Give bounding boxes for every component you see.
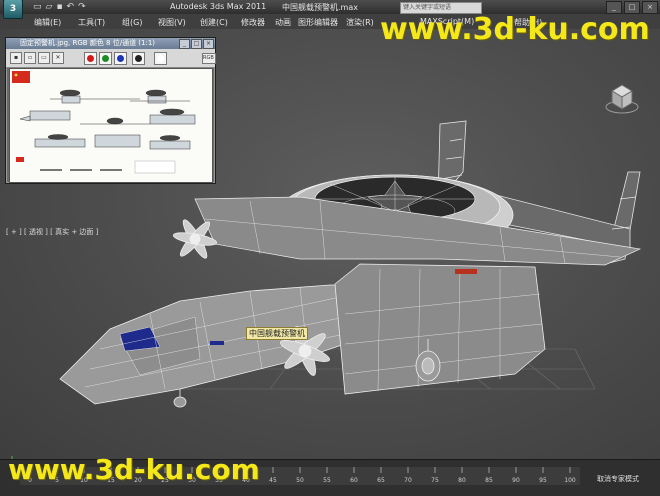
menu-views[interactable]: 视图(V)	[158, 17, 186, 28]
timeline-tick-label: 95	[539, 477, 547, 484]
timeline-tick-label: 100	[564, 477, 576, 484]
viewport-label[interactable]: [ + ] [ 透视 ] [ 真实 + 边面 ]	[6, 227, 98, 237]
mono-channel-button[interactable]	[132, 52, 145, 65]
save-image-icon[interactable]: ▪	[10, 52, 22, 64]
menu-create[interactable]: 创建(C)	[200, 17, 228, 28]
red-channel-button[interactable]	[84, 52, 97, 65]
timeline-tick-label: 60	[350, 477, 358, 484]
object-name-tag: 中国舰载预警机	[246, 327, 308, 340]
new-file-icon[interactable]: ▭	[33, 2, 42, 12]
ref-close-icon[interactable]: ×	[203, 39, 214, 49]
blue-channel-button[interactable]	[114, 52, 127, 65]
watermark-bottom: www.3d-ku.com	[8, 453, 260, 486]
menu-animation[interactable]: 动画	[275, 17, 291, 28]
alpha-toggle-button[interactable]	[154, 52, 167, 65]
open-file-icon[interactable]: ▱	[46, 2, 53, 12]
menu-graph-editors[interactable]: 图形编辑器	[298, 17, 338, 28]
timeline-tick-label: 85	[485, 477, 493, 484]
timeline-tick-label: 75	[431, 477, 439, 484]
timeline-tick-label: 55	[323, 477, 331, 484]
reference-image	[9, 68, 213, 183]
menu-group[interactable]: 组(G)	[122, 17, 142, 28]
timeline-tick-label: 50	[296, 477, 304, 484]
channel-select[interactable]: RGB Alpha	[202, 53, 216, 64]
viewcube-icon[interactable]	[604, 81, 640, 115]
menu-rendering[interactable]: 渲染(R)	[346, 17, 374, 28]
timeline-tick-label: 65	[377, 477, 385, 484]
ref-minimize-icon[interactable]: _	[179, 39, 190, 49]
timeline-tick-label: 45	[269, 477, 277, 484]
quick-access-toolbar: ▭ ▱ ▪ ↶ ↷	[33, 2, 86, 12]
side-panel	[334, 263, 546, 395]
timeline-tick-label: 70	[404, 477, 412, 484]
app-title: Autodesk 3ds Max 2011	[170, 2, 267, 11]
reference-window-controls: _ □ ×	[179, 39, 214, 49]
green-channel-button[interactable]	[99, 52, 112, 65]
redo-icon[interactable]: ↷	[78, 2, 86, 12]
reference-image-window[interactable]: 固定预警机.jpg, RGB 颜色 8 位/通道 (1:1) _ □ × ▪ ▫…	[5, 37, 216, 184]
app-logo-button[interactable]: 3	[3, 0, 23, 19]
save-file-icon[interactable]: ▪	[56, 2, 62, 12]
expert-mode-text[interactable]: 取消专家模式	[597, 474, 639, 484]
airplane-blueprint-illustration	[10, 69, 212, 182]
clear-image-icon[interactable]: ✕	[52, 52, 64, 64]
clone-window-icon[interactable]: ▭	[38, 52, 50, 64]
file-name: 中国舰载预警机.max	[282, 3, 358, 12]
reference-toolbar: ▪ ▫ ▭ ✕ RGB Alpha	[6, 49, 216, 68]
watermark-top: www.3d-ku.com	[380, 12, 650, 47]
timeline-tick-label: 80	[458, 477, 466, 484]
undo-icon[interactable]: ↶	[67, 2, 75, 12]
copy-image-icon[interactable]: ▫	[24, 52, 36, 64]
ref-maximize-icon[interactable]: □	[191, 39, 202, 49]
timeline-tick-label: 90	[512, 477, 520, 484]
menu-edit[interactable]: 编辑(E)	[34, 17, 61, 28]
menu-tools[interactable]: 工具(T)	[78, 17, 105, 28]
menu-modifiers[interactable]: 修改器	[241, 17, 265, 28]
